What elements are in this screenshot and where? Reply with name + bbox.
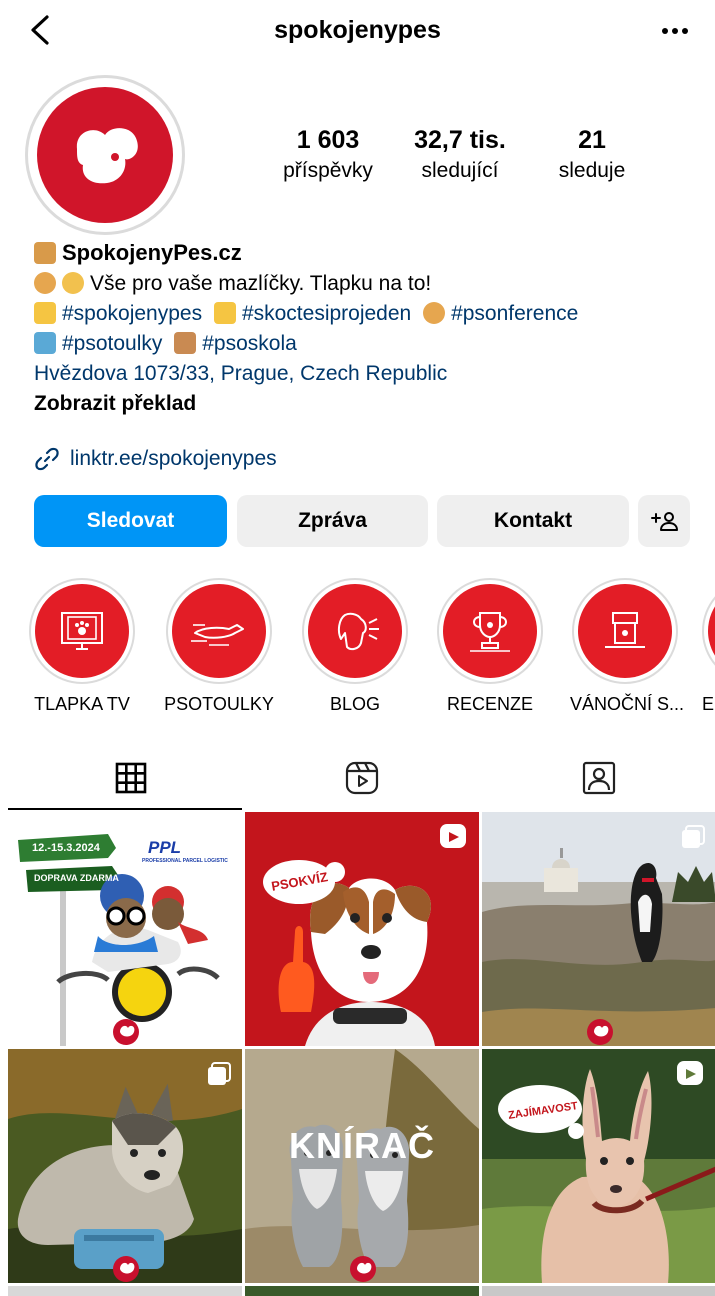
pointing-hand-emoji-icon [34, 302, 56, 324]
profile-tabs [0, 748, 715, 810]
post-image [245, 812, 479, 1046]
see-translation-link[interactable]: Zobrazit překlad [34, 389, 704, 419]
bio-external-link[interactable]: linktr.ee/spokojenypes [34, 446, 277, 472]
highlight-recenze[interactable]: RECENZE [435, 578, 545, 715]
carousel-icon [682, 825, 705, 848]
post-image [482, 1049, 715, 1283]
highlight-ring [29, 578, 135, 684]
post-shipping-sign: DOPRAVA ZDARMA [34, 873, 119, 883]
hashtag-psoskola[interactable]: #psoskola [202, 332, 297, 355]
post-tile[interactable]: PSOKVÍZ [245, 812, 479, 1046]
link-chain-icon [35, 447, 59, 471]
highlight-ring [702, 578, 715, 684]
highlight-label: TLAPKA TV [34, 694, 130, 714]
highlight-ring [166, 578, 272, 684]
contact-button[interactable]: Kontakt [437, 495, 629, 547]
post-brand-subtitle: PROFESSIONAL PARCEL LOGISTIC [142, 858, 228, 864]
more-dots-icon [662, 28, 688, 34]
bio-link-text: linktr.ee/spokojenypes [70, 447, 277, 470]
top-bar: spokojenypes [0, 0, 715, 62]
highlight-label: E [702, 694, 715, 714]
tv-paw-icon [61, 612, 103, 650]
highlight-partial[interactable]: E [700, 578, 715, 715]
suggested-users-button[interactable] [638, 495, 690, 547]
dog-head-logo-icon [76, 128, 138, 184]
hashtag-skoctesiprojeden[interactable]: #skoctesiprojeden [242, 302, 411, 325]
bio-address[interactable]: Hvězdova 1073/33, Prague, Czech Republic [34, 359, 704, 389]
pointing-hand-emoji-icon [213, 302, 236, 324]
dog-head-icon [337, 612, 379, 651]
hashtag-spokojenypes[interactable]: #spokojenypes [62, 302, 202, 325]
follow-button[interactable]: Sledovat [34, 495, 227, 547]
grid-icon [115, 762, 147, 794]
cat-face-emoji-icon [62, 272, 84, 294]
stat-followers-label: sledující [421, 159, 499, 182]
profile-avatar[interactable] [25, 75, 185, 235]
gift-box-icon [605, 612, 645, 648]
bio-line-1: Vše pro vaše mazlíčky. Tlapku na to! [34, 269, 704, 299]
trophy-icon [470, 612, 510, 652]
add-person-icon [651, 512, 678, 531]
highlight-label: BLOG [329, 694, 381, 714]
dog-face-emoji-icon [34, 272, 56, 294]
running-dog-icon [191, 624, 244, 646]
post-brand-logo: PPL [148, 838, 182, 857]
post-tile[interactable] [482, 1286, 715, 1296]
bio-line-2: #spokojenypes #skoctesiprojeden #psonfer… [34, 299, 704, 329]
story-highlights: TLAPKA TV PSOTOULKY BLOG RECENZE VÁNOČNÍ… [0, 578, 715, 718]
stat-posts-label: příspěvky [283, 159, 373, 182]
tab-reels[interactable] [243, 748, 481, 808]
hashtag-psotoulky[interactable]: #psotoulky [62, 332, 162, 355]
highlight-blog[interactable]: BLOG [300, 578, 410, 715]
active-tab-indicator [8, 808, 242, 810]
post-date-sign: 12.-15.3.2024 [32, 842, 100, 854]
message-button[interactable]: Zpráva [237, 495, 428, 547]
post-tile[interactable]: KNÍRAČ [245, 1049, 479, 1283]
school-emoji-icon [174, 332, 197, 354]
post-title-text: KNÍRAČ [289, 1125, 435, 1166]
profile-bio: SpokojenyPes.cz Vše pro vaše mazlíčky. T… [34, 238, 704, 419]
dog-face-emoji-icon [423, 302, 446, 324]
post-tile[interactable] [245, 1286, 479, 1296]
stat-following[interactable]: 21 sleduje [542, 126, 642, 183]
highlight-tlapka-tv[interactable]: TLAPKA TV [27, 578, 137, 715]
brand-logo [37, 87, 173, 223]
stat-posts[interactable]: 1 603 příspěvky [278, 126, 378, 183]
highlight-psotoulky[interactable]: PSOTOULKY [164, 578, 274, 715]
stat-following-value: 21 [578, 126, 606, 154]
profile-username: spokojenypes [274, 16, 441, 44]
hashtag-psonference[interactable]: #psonference [451, 302, 578, 325]
stat-following-label: sleduje [558, 159, 626, 182]
highlight-label: PSOTOULKY [164, 694, 274, 714]
stat-followers[interactable]: 32,7 tis. sledující [405, 126, 515, 183]
highlight-ring [437, 578, 543, 684]
tab-tagged[interactable] [480, 748, 715, 808]
bio-line-3: #psotoulky #psoskola [34, 329, 704, 359]
carousel-icon [208, 1062, 231, 1085]
post-tile[interactable] [482, 812, 715, 1046]
stat-posts-value: 1 603 [296, 126, 360, 154]
more-options-button[interactable] [657, 14, 693, 44]
bio-tagline: Vše pro vaše mazlíčky. Tlapku na to! [90, 272, 432, 295]
stat-followers-value: 32,7 tis. [414, 126, 506, 154]
post-tile[interactable] [8, 1286, 242, 1296]
tab-posts-grid[interactable] [12, 748, 250, 808]
tagged-icon [582, 761, 616, 795]
map-emoji-icon [34, 332, 56, 354]
post-tile[interactable] [8, 1049, 242, 1283]
post-tile[interactable]: 12.-15.3.2024 DOPRAVA ZDARMA PPL PROFESS… [8, 812, 242, 1046]
highlight-ring [572, 578, 678, 684]
highlight-vanocni[interactable]: VÁNOČNÍ S... [570, 578, 685, 715]
highlight-ring [302, 578, 408, 684]
highlight-label: RECENZE [446, 694, 533, 714]
highlight-label: VÁNOČNÍ S... [570, 694, 685, 714]
post-tile[interactable]: ZAJÍMAVOST [482, 1049, 715, 1283]
bio-name-row: SpokojenyPes.cz [34, 238, 704, 269]
reels-icon [345, 761, 379, 795]
profile-display-name: SpokojenyPes.cz [62, 240, 242, 265]
dog-emoji-icon [34, 242, 56, 264]
